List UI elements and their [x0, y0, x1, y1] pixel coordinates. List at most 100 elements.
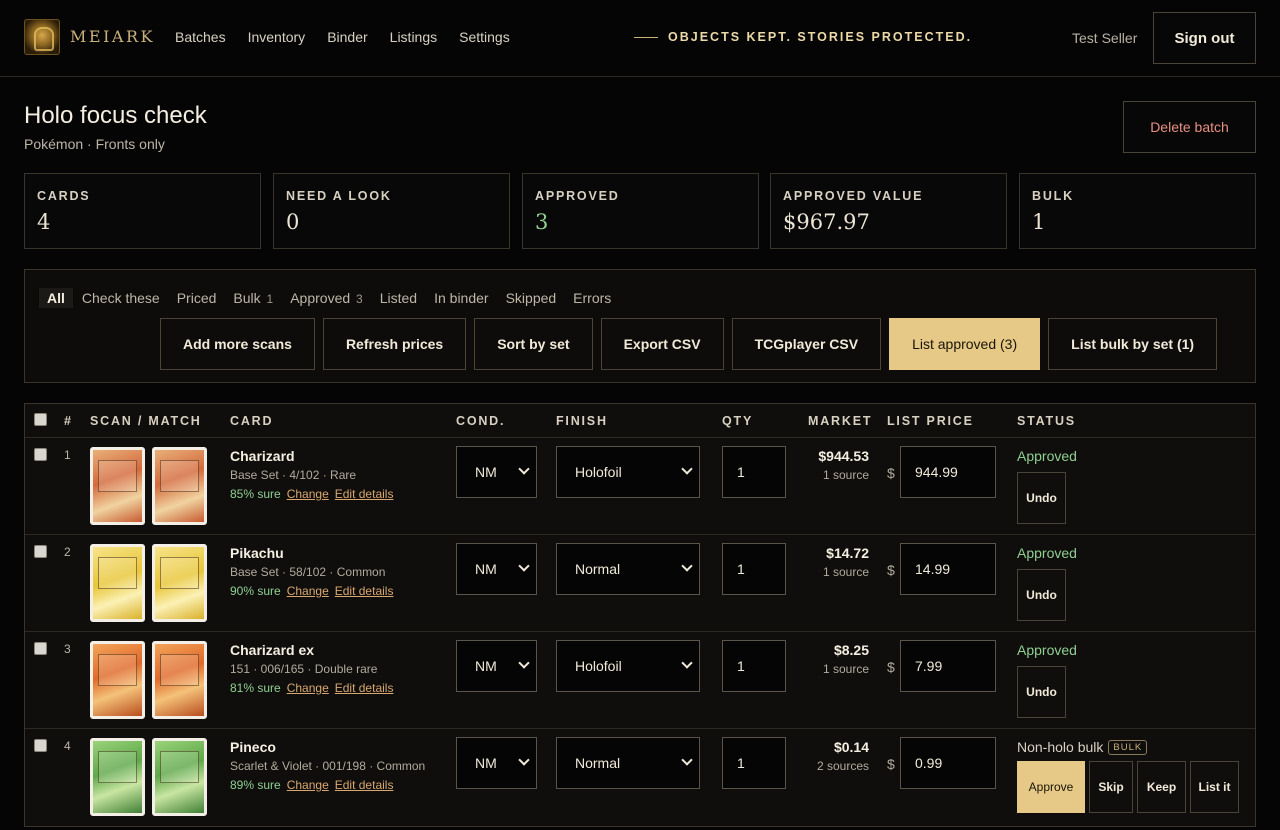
stat-cards: CARDS 4 — [24, 173, 261, 249]
list-price-input[interactable]: 14.99 — [900, 543, 996, 595]
status-label: Non-holo bulk — [1017, 739, 1104, 755]
row-number: 4 — [64, 739, 71, 753]
nav-listings[interactable]: Listings — [390, 29, 437, 45]
undo-button[interactable]: Undo — [1017, 666, 1066, 718]
stat-value: 3 — [535, 210, 549, 234]
select-all-checkbox[interactable] — [34, 413, 47, 426]
edit-details-link[interactable]: Edit details — [335, 487, 394, 501]
filter-check-these[interactable]: Check these — [74, 288, 168, 308]
brand-name[interactable]: MEIARK — [70, 27, 155, 46]
stat-value: 1 — [1032, 210, 1046, 234]
list-bulk-by-set-button[interactable]: List bulk by set (1) — [1048, 318, 1218, 370]
sign-out-button[interactable]: Sign out — [1153, 12, 1256, 64]
list-it-button[interactable]: List it — [1190, 761, 1239, 813]
row-checkbox[interactable] — [34, 545, 47, 558]
table-row: 3 Charizard ex 151 · 006/165 · Double ra… — [25, 632, 1255, 729]
filter-in-binder[interactable]: In binder — [426, 288, 496, 308]
keep-button[interactable]: Keep — [1137, 761, 1186, 813]
currency-symbol: $ — [887, 465, 895, 481]
sort-by-set-button[interactable]: Sort by set — [474, 318, 593, 370]
match-image[interactable] — [152, 544, 207, 622]
card-name: Pineco — [230, 739, 276, 755]
scan-image[interactable] — [90, 738, 145, 816]
chevron-down-icon — [681, 463, 693, 475]
undo-button[interactable]: Undo — [1017, 472, 1066, 524]
row-checkbox[interactable] — [34, 642, 47, 655]
card-name: Charizard — [230, 448, 295, 464]
change-match-link[interactable]: Change — [287, 778, 329, 792]
match-image[interactable] — [152, 641, 207, 719]
finish-select[interactable]: Holofoil — [556, 640, 700, 692]
quantity-input[interactable]: 1 — [722, 640, 786, 692]
market-price: $0.14 2 sources — [817, 739, 869, 773]
finish-select[interactable]: Normal — [556, 543, 700, 595]
table-row: 1 Charizard Base Set · 4/102 · Rare 85% … — [25, 438, 1255, 535]
filter-errors[interactable]: Errors — [565, 288, 619, 308]
tagline-rule — [634, 36, 658, 38]
undo-button[interactable]: Undo — [1017, 569, 1066, 621]
skip-button[interactable]: Skip — [1089, 761, 1133, 813]
list-price-input[interactable]: 944.99 — [900, 446, 996, 498]
filter-approved[interactable]: Approved 3 — [282, 288, 371, 308]
stat-approved: APPROVED 3 — [522, 173, 759, 249]
change-match-link[interactable]: Change — [287, 584, 329, 598]
row-checkbox[interactable] — [34, 739, 47, 752]
scan-image[interactable] — [90, 544, 145, 622]
scan-image[interactable] — [90, 641, 145, 719]
condition-select[interactable]: NM — [456, 446, 537, 498]
condition-select[interactable]: NM — [456, 737, 537, 789]
row-checkbox[interactable] — [34, 448, 47, 461]
edit-details-link[interactable]: Edit details — [335, 778, 394, 792]
delete-batch-button[interactable]: Delete batch — [1123, 101, 1256, 153]
refresh-prices-button[interactable]: Refresh prices — [322, 318, 467, 370]
stat-label: NEED A LOOK — [286, 189, 392, 203]
quantity-input[interactable]: 1 — [722, 737, 786, 789]
quantity-input[interactable]: 1 — [722, 446, 786, 498]
row-number: 1 — [64, 448, 71, 462]
filter-bulk[interactable]: Bulk 1 — [225, 288, 281, 308]
quantity-input[interactable]: 1 — [722, 543, 786, 595]
add-more-scans-button[interactable]: Add more scans — [160, 318, 315, 370]
filter-all[interactable]: All — [39, 288, 73, 308]
condition-select[interactable]: NM — [456, 543, 537, 595]
approve-button[interactable]: Approve — [1017, 761, 1085, 813]
col-card: CARD — [230, 414, 274, 428]
batch-actions: Add more scans Refresh prices Sort by se… — [160, 318, 1225, 370]
bulk-row-actions: Approve Skip Keep List it — [1017, 761, 1243, 813]
filter-count: 1 — [266, 292, 274, 306]
filter-skipped[interactable]: Skipped — [498, 288, 565, 308]
user-name: Test Seller — [1072, 30, 1138, 46]
scan-image[interactable] — [90, 447, 145, 525]
finish-select[interactable]: Holofoil — [556, 446, 700, 498]
list-approved-button[interactable]: List approved (3) — [889, 318, 1041, 370]
edit-details-link[interactable]: Edit details — [335, 681, 394, 695]
edit-details-link[interactable]: Edit details — [335, 584, 394, 598]
nav-settings[interactable]: Settings — [459, 29, 510, 45]
col-finish: FINISH — [556, 414, 608, 428]
filter-label: Priced — [176, 290, 217, 306]
match-image[interactable] — [152, 447, 207, 525]
nav-inventory[interactable]: Inventory — [248, 29, 306, 45]
market-sources: 1 source — [822, 662, 869, 676]
page-title: Holo focus check — [24, 102, 207, 129]
nav-batches[interactable]: Batches — [175, 29, 226, 45]
nav-binder[interactable]: Binder — [327, 29, 367, 45]
brand-logo-icon[interactable] — [24, 19, 60, 55]
export-csv-button[interactable]: Export CSV — [600, 318, 724, 370]
page-subtitle: Pokémon · Fronts only — [24, 136, 165, 152]
finish-select[interactable]: Normal — [556, 737, 700, 789]
change-match-link[interactable]: Change — [287, 487, 329, 501]
list-price-input[interactable]: 0.99 — [900, 737, 996, 789]
col-list-price: LIST PRICE — [887, 414, 974, 428]
match-image[interactable] — [152, 738, 207, 816]
filter-listed[interactable]: Listed — [372, 288, 425, 308]
tcgplayer-csv-button[interactable]: TCGplayer CSV — [731, 318, 882, 370]
list-price-input[interactable]: 7.99 — [900, 640, 996, 692]
stat-label: CARDS — [37, 189, 91, 203]
condition-select[interactable]: NM — [456, 640, 537, 692]
change-match-link[interactable]: Change — [287, 681, 329, 695]
filter-priced[interactable]: Priced — [169, 288, 225, 308]
stat-need-a-look: NEED A LOOK 0 — [273, 173, 510, 249]
col-status: STATUS — [1017, 414, 1076, 428]
filter-label: Errors — [573, 290, 612, 306]
